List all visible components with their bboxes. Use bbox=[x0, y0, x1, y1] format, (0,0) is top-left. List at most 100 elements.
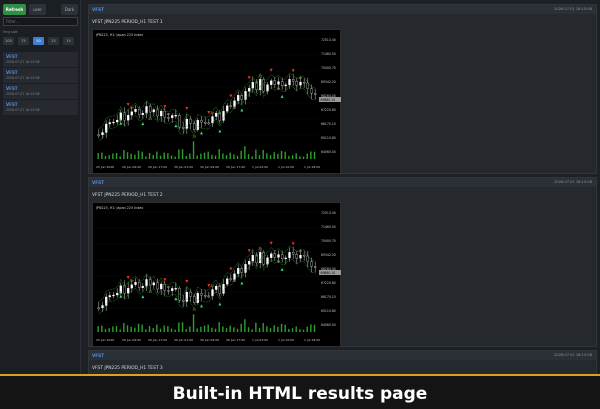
volume-bar bbox=[280, 150, 283, 159]
card-header: VFST 2026.07.01 18:15:08 bbox=[89, 178, 596, 187]
chart-screenshot: JPN225, H1: Japan 225 Index 72513.40 71460… bbox=[92, 29, 341, 174]
volume-bar bbox=[310, 151, 312, 159]
volume-bar bbox=[214, 328, 217, 332]
candle-body bbox=[105, 296, 108, 306]
card-name[interactable]: VFST bbox=[92, 180, 104, 185]
candle-body bbox=[251, 255, 254, 262]
card-name[interactable]: VFST bbox=[92, 353, 104, 358]
sidebar-item-time: 2026.07.01 18:15:08 bbox=[6, 92, 40, 96]
volume-bar bbox=[189, 326, 191, 332]
candle-body bbox=[105, 123, 108, 133]
volume-bar bbox=[295, 153, 297, 159]
volume-bar bbox=[174, 329, 176, 332]
price-tick-label: 71460.50 bbox=[321, 52, 336, 56]
candle-body bbox=[207, 295, 210, 298]
trade-label: 2d bbox=[130, 279, 134, 283]
volume-bar bbox=[145, 329, 147, 332]
size-option-100[interactable]: 100 bbox=[3, 37, 14, 45]
trade-label: 2d bbox=[258, 73, 262, 77]
sidebar-item[interactable]: VFST 2026.07.01 18:15:08 bbox=[3, 52, 78, 67]
sidebar-item[interactable]: VFST 2026.07.01 18:15:08 bbox=[3, 100, 78, 115]
volume-bar bbox=[277, 326, 279, 332]
candle-body bbox=[171, 115, 174, 118]
volume-bar bbox=[288, 328, 290, 332]
candle-body bbox=[273, 80, 276, 85]
sidebar-item[interactable]: VFST 2026.07.01 18:15:08 bbox=[3, 68, 78, 83]
volume-bar bbox=[233, 327, 235, 332]
candle-body bbox=[97, 134, 100, 137]
buy-signal-icon bbox=[119, 294, 123, 298]
candle-body bbox=[292, 252, 295, 255]
trade-label: 2d bbox=[277, 87, 281, 91]
sidebar: Refresh user Dark Img size 100 75 50 25 … bbox=[0, 0, 81, 374]
volume-bar bbox=[130, 326, 132, 332]
candle-body bbox=[306, 82, 309, 89]
volume-bar bbox=[141, 324, 143, 332]
card-title: VFST JPN225 PERIOD_H1 TEST 2 bbox=[92, 193, 163, 198]
candle-body bbox=[270, 253, 273, 258]
volume-bar bbox=[137, 150, 140, 159]
volume-bar bbox=[233, 154, 235, 159]
image-size-selector: 100 75 50 25 15 bbox=[3, 37, 78, 45]
candle-body bbox=[314, 93, 317, 95]
sidebar-item-name: VFST bbox=[6, 102, 18, 107]
trade-label: 2d bbox=[277, 260, 281, 264]
volume-bar bbox=[236, 328, 239, 332]
sell-signal-icon bbox=[185, 280, 189, 284]
volume-bar bbox=[112, 326, 114, 332]
volume-bar bbox=[284, 151, 286, 159]
buy-signal-icon bbox=[218, 302, 222, 306]
candle-body bbox=[149, 106, 152, 113]
buy-signal-icon bbox=[200, 304, 203, 308]
dark-mode-button[interactable]: Dark bbox=[61, 4, 78, 15]
candle-body bbox=[182, 126, 185, 129]
volume-bar bbox=[207, 151, 209, 159]
candle-body bbox=[149, 279, 152, 286]
caption-banner: Built-in HTML results page bbox=[0, 374, 600, 409]
size-option-25[interactable]: 25 bbox=[48, 37, 59, 45]
size-option-50[interactable]: 50 bbox=[33, 37, 44, 45]
volume-bar bbox=[170, 155, 173, 159]
time-tick-label: 29 Jun 09:00 bbox=[122, 165, 141, 169]
candle-body bbox=[306, 255, 309, 262]
candle-body bbox=[145, 279, 148, 287]
volume-bar bbox=[306, 326, 308, 332]
candle-body bbox=[237, 95, 240, 101]
volume-bar bbox=[101, 325, 103, 332]
candle-body bbox=[295, 81, 298, 86]
volume-bar bbox=[126, 152, 129, 159]
candle-body bbox=[101, 305, 104, 309]
card-name[interactable]: VFST bbox=[92, 7, 104, 12]
volume-bar bbox=[126, 325, 129, 332]
buy-signal-icon bbox=[200, 131, 203, 135]
volume-bar bbox=[266, 326, 268, 332]
volume-bar bbox=[167, 326, 169, 332]
size-option-15[interactable]: 15 bbox=[63, 37, 74, 45]
card-timestamp: 2026.07.01 18:15:08 bbox=[554, 7, 592, 11]
candle-body bbox=[130, 284, 133, 289]
price-tick-label: 69342.20 bbox=[321, 253, 336, 257]
trade-label: 2d bbox=[148, 290, 152, 294]
chart-header: JPN225, H1: Japan 225 Index bbox=[95, 33, 143, 37]
time-tick-label: 1 Jul 10:00 bbox=[278, 338, 294, 342]
filter-input[interactable] bbox=[3, 17, 78, 26]
candle-body bbox=[193, 123, 196, 130]
size-option-75[interactable]: 75 bbox=[18, 37, 29, 45]
volume-bar bbox=[181, 322, 184, 332]
candle-body bbox=[270, 80, 273, 85]
trade-label: 2d bbox=[211, 111, 215, 115]
volume-bar bbox=[203, 152, 206, 159]
volume-bar bbox=[269, 328, 272, 332]
candle-body bbox=[116, 119, 119, 123]
sidebar-item-name: VFST bbox=[6, 86, 18, 91]
candle-body bbox=[248, 261, 251, 265]
volume-bar bbox=[273, 152, 275, 159]
volume-bar bbox=[218, 149, 220, 159]
sidebar-item[interactable]: VFST 2026.07.01 18:15:08 bbox=[3, 84, 78, 99]
volume-bar bbox=[218, 322, 220, 332]
candle-body bbox=[295, 254, 298, 259]
refresh-button[interactable]: Refresh bbox=[3, 4, 26, 15]
candle-body bbox=[240, 95, 243, 100]
user-button[interactable]: user bbox=[29, 4, 46, 15]
caption-text: Built-in HTML results page bbox=[172, 384, 428, 404]
